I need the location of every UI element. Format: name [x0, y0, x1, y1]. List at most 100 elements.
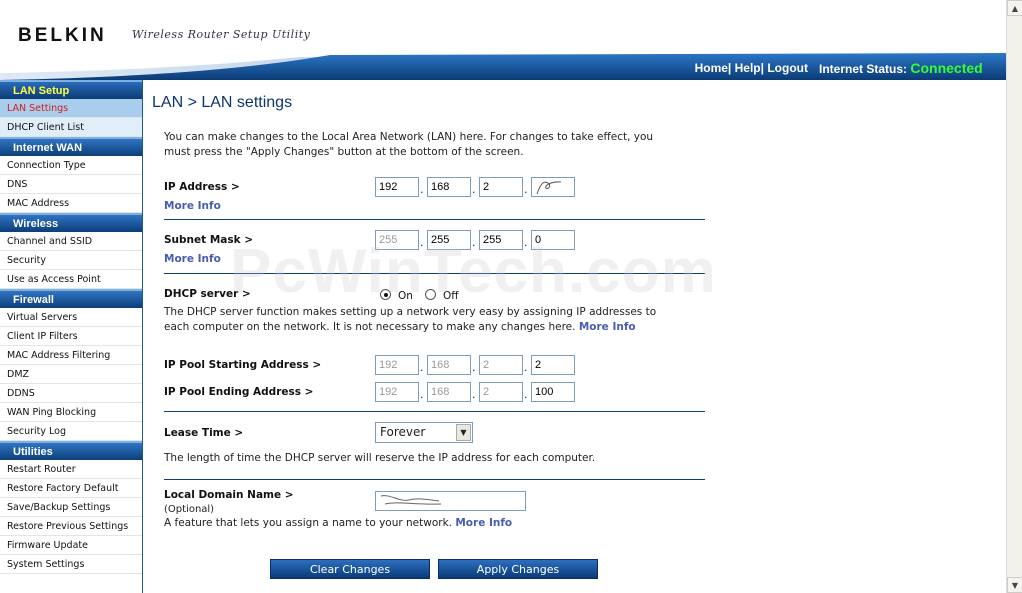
dot: . — [420, 183, 424, 196]
subnet-octet-1[interactable] — [375, 230, 419, 250]
subnet-octet-4[interactable] — [531, 230, 575, 250]
pool-end-octet-2 — [427, 382, 471, 402]
lease-description: The length of time the DHCP server will … — [164, 452, 596, 464]
dot: . — [524, 236, 528, 249]
pool-end-octet-4[interactable] — [531, 382, 575, 402]
ip-address-label: IP Address > — [164, 181, 240, 193]
dot: . — [420, 388, 424, 401]
ip-more-info-link[interactable]: More Info — [164, 200, 221, 212]
subnet-octet-3[interactable] — [479, 230, 523, 250]
dropdown-arrow-icon[interactable]: ▼ — [456, 424, 471, 441]
sidebar-item-ddns[interactable]: DDNS — [0, 384, 142, 403]
dot: . — [524, 388, 528, 401]
sidebar-item-restore-factory[interactable]: Restore Factory Default — [0, 479, 142, 498]
pool-start-octet-1 — [375, 355, 419, 375]
sidebar-item-restore-previous[interactable]: Restore Previous Settings — [0, 517, 142, 536]
pool-end-octet-1 — [375, 382, 419, 402]
dhcp-description: The DHCP server function makes setting u… — [164, 305, 656, 335]
dhcp-desc-line-2: each computer on the network. It is not … — [164, 321, 576, 333]
sidebar-item-client-ip-filters[interactable]: Client IP Filters — [0, 327, 142, 346]
domain-optional-label: (Optional) — [164, 504, 215, 515]
vertical-scrollbar[interactable]: ▲ ▼ — [1006, 0, 1022, 593]
dhcp-off-label: Off — [443, 290, 459, 302]
ip-octet-2[interactable] — [427, 177, 471, 197]
dot: . — [472, 388, 476, 401]
domain-more-info-link[interactable]: More Info — [455, 517, 512, 529]
intro-line-1: You can make changes to the Local Area N… — [164, 131, 654, 143]
divider — [164, 479, 705, 480]
sidebar-section-lan-setup[interactable]: LAN Setup — [0, 80, 142, 99]
dot: . — [420, 361, 424, 374]
belkin-logo: BELKIN — [18, 25, 107, 46]
domain-name-label: Local Domain Name > — [164, 489, 294, 501]
pool-end-label: IP Pool Ending Address > — [164, 386, 314, 398]
dot: . — [420, 236, 424, 249]
domain-name-input[interactable] — [375, 491, 526, 511]
sidebar-item-system-settings[interactable]: System Settings — [0, 555, 142, 574]
sidebar-item-restart-router[interactable]: Restart Router — [0, 460, 142, 479]
subnet-octet-2[interactable] — [427, 230, 471, 250]
sidebar-item-dhcp-client-list[interactable]: DHCP Client List — [0, 118, 142, 137]
dhcp-desc-line-1: The DHCP server function makes setting u… — [164, 306, 657, 318]
dhcp-more-info-link[interactable]: More Info — [579, 321, 636, 333]
internet-status-value: Connected — [910, 60, 983, 76]
scribble-mark-icon — [536, 181, 562, 195]
dot: . — [472, 183, 476, 196]
apply-changes-button[interactable]: Apply Changes — [438, 559, 598, 579]
ip-octet-3[interactable] — [479, 177, 523, 197]
sidebar-item-connection-type[interactable]: Connection Type — [0, 156, 142, 175]
sidebar-item-security-log[interactable]: Security Log — [0, 422, 142, 441]
sidebar-section-internet-wan[interactable]: Internet WAN — [0, 137, 142, 156]
lease-time-select[interactable]: Forever ▼ — [375, 422, 473, 443]
sidebar: LAN Setup LAN Settings DHCP Client List … — [0, 80, 143, 593]
top-bar: Home| Help| Logout Internet Status: Conn… — [0, 53, 1006, 80]
ip-octet-4[interactable] — [531, 177, 575, 197]
domain-description: A feature that lets you assign a name to… — [164, 517, 512, 529]
ip-octet-1[interactable] — [375, 177, 419, 197]
dot: . — [472, 236, 476, 249]
clear-changes-button[interactable]: Clear Changes — [270, 559, 430, 579]
scroll-down-arrow-icon[interactable]: ▼ — [1007, 577, 1022, 593]
sidebar-item-wan-ping-blocking[interactable]: WAN Ping Blocking — [0, 403, 142, 422]
sidebar-item-save-backup[interactable]: Save/Backup Settings — [0, 498, 142, 517]
subnet-more-info-link[interactable]: More Info — [164, 253, 221, 265]
sidebar-item-virtual-servers[interactable]: Virtual Servers — [0, 308, 142, 327]
dhcp-server-label: DHCP server > — [164, 288, 251, 300]
header: BELKIN Wireless Router Setup Utility Hom… — [0, 0, 1006, 80]
internet-status: Internet Status: Connected — [819, 60, 983, 76]
sidebar-item-security[interactable]: Security — [0, 251, 142, 270]
sidebar-item-firmware-update[interactable]: Firmware Update — [0, 536, 142, 555]
dot: . — [472, 361, 476, 374]
home-link[interactable]: Home — [695, 61, 728, 75]
sidebar-item-dmz[interactable]: DMZ — [0, 365, 142, 384]
sidebar-section-firewall[interactable]: Firewall — [0, 289, 142, 308]
lease-time-label: Lease Time > — [164, 427, 244, 439]
lease-time-value: Forever — [380, 425, 426, 439]
help-link[interactable]: Help — [735, 61, 761, 75]
intro-line-2: must press the "Apply Changes" button at… — [164, 146, 524, 158]
top-links: Home| Help| Logout — [694, 61, 808, 75]
divider — [164, 273, 705, 274]
divider — [164, 411, 705, 412]
dot: . — [524, 361, 528, 374]
tagline: Wireless Router Setup Utility — [132, 28, 311, 41]
sidebar-section-utilities[interactable]: Utilities — [0, 441, 142, 460]
dhcp-off-radio[interactable] — [425, 289, 436, 300]
sidebar-item-mac-filtering[interactable]: MAC Address Filtering — [0, 346, 142, 365]
subnet-mask-label: Subnet Mask > — [164, 234, 254, 246]
dhcp-on-radio[interactable] — [380, 289, 391, 300]
scroll-up-arrow-icon[interactable]: ▲ — [1007, 0, 1022, 16]
logout-link[interactable]: Logout — [767, 61, 808, 75]
sidebar-section-wireless[interactable]: Wireless — [0, 213, 142, 232]
sidebar-item-lan-settings[interactable]: LAN Settings — [0, 99, 142, 118]
sidebar-item-access-point[interactable]: Use as Access Point — [0, 270, 142, 289]
pool-start-label: IP Pool Starting Address > — [164, 359, 322, 371]
pool-start-octet-3 — [479, 355, 523, 375]
dhcp-on-label: On — [398, 290, 413, 302]
pool-start-octet-2 — [427, 355, 471, 375]
sidebar-item-dns[interactable]: DNS — [0, 175, 142, 194]
sidebar-item-mac-address[interactable]: MAC Address — [0, 194, 142, 213]
pool-start-octet-4[interactable] — [531, 355, 575, 375]
sidebar-item-channel-ssid[interactable]: Channel and SSID — [0, 232, 142, 251]
domain-desc-text: A feature that lets you assign a name to… — [164, 517, 453, 529]
